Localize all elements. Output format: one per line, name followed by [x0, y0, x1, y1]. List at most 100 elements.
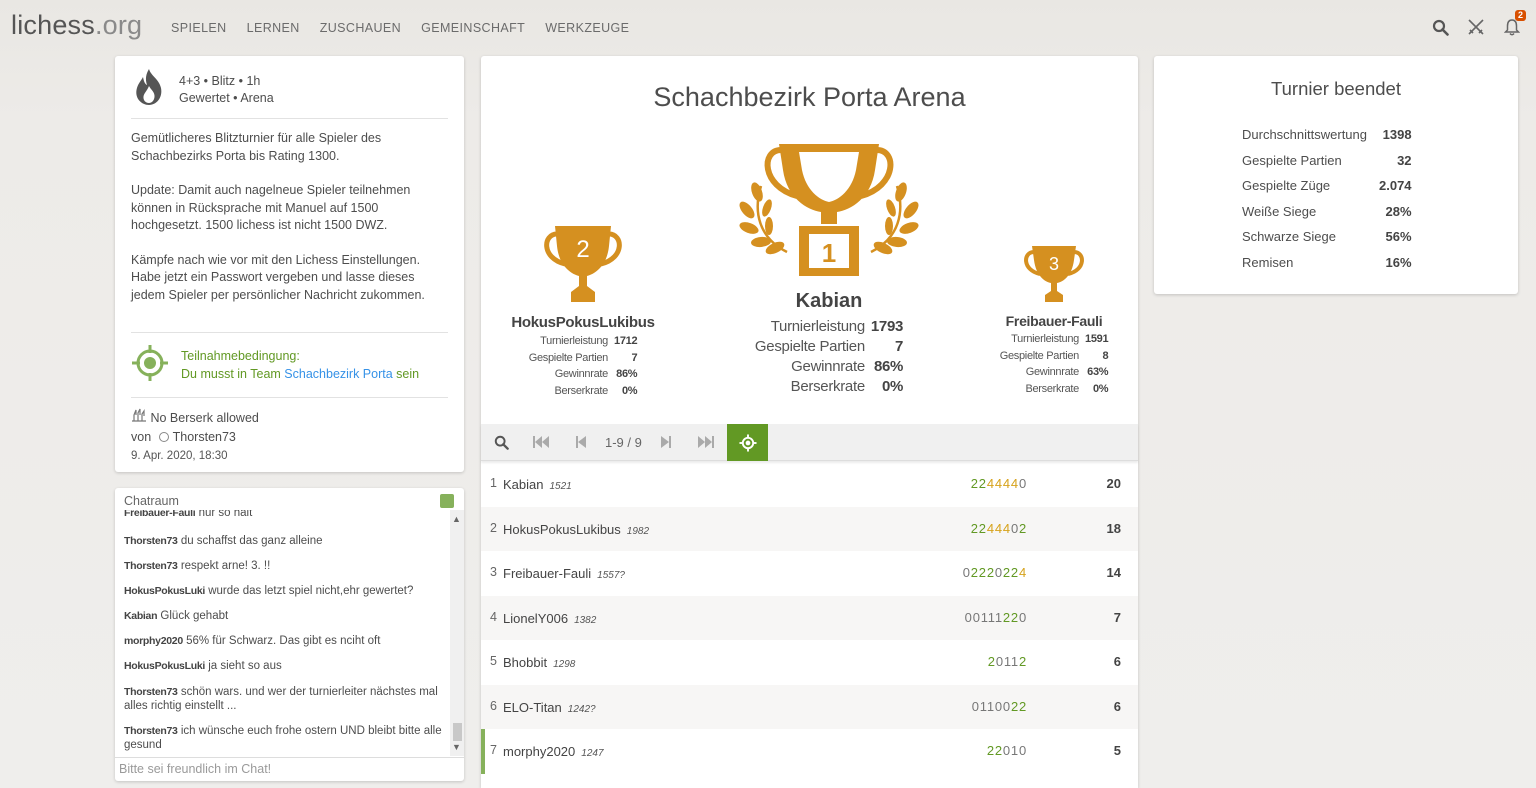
first-page-icon[interactable] [527, 424, 555, 460]
table-row[interactable]: 2 HokusPokusLukibus 1982 2244402 18 [481, 506, 1138, 551]
swords-icon[interactable] [1466, 16, 1486, 38]
table-row[interactable]: 3 Freibauer-Fauli 1557? 02220224 14 [481, 551, 1138, 596]
top-bar: lichess.org SPIELEN LERNEN ZUSCHAUEN GEM… [0, 0, 1536, 56]
player-name: morphy2020 [503, 744, 576, 759]
desc-paragraph: Update: Damit auch nagelneue Spieler tei… [131, 183, 411, 232]
offline-icon [158, 432, 169, 442]
player-score: 20 [1106, 476, 1121, 491]
table-row[interactable]: 7 morphy2020 1247 22010 5 [481, 729, 1138, 774]
stat-row: Gespielte Züge 2.074 [1242, 178, 1412, 193]
player-name: Bhobbit [503, 655, 548, 670]
target-icon [131, 344, 169, 387]
divider [131, 118, 448, 119]
podium-username[interactable]: Freibauer-Fauli [973, 313, 1135, 329]
table-row[interactable]: 6 ELO-Titan 1242? 0110022 6 [481, 684, 1138, 729]
focus-me-button[interactable] [727, 424, 768, 461]
scroll-up-icon[interactable]: ▲ [452, 514, 461, 524]
bell-icon[interactable]: 2 [1502, 10, 1526, 38]
chat-message: Thorsten73 respekt arne! 3. !! [124, 560, 271, 572]
berserk-info: No Berserk allowed von Thorsten73 9. Apr… [131, 408, 259, 466]
info-header: 4+3 • Blitz • 1h Gewertet • Arena [133, 68, 274, 111]
target-icon [738, 433, 757, 452]
score-sheet: 2244402 [970, 520, 1027, 536]
berserk-icon [131, 408, 147, 425]
score-sheet: 22010 [986, 743, 1027, 758]
last-page-icon[interactable] [692, 424, 720, 460]
trophy-rank: 1 [822, 238, 836, 268]
search-icon[interactable] [487, 424, 515, 460]
chat-scrollbar[interactable]: ▲ ▼ [450, 510, 464, 756]
chat-message: Freibauer-Fauli nur so halt [124, 510, 253, 519]
chat-input[interactable]: Bitte sei freundlich im Chat! [115, 757, 464, 781]
podium-username[interactable]: HokusPokusLukibus [495, 314, 671, 331]
chat-message: Thorsten73 schön wars. und wer der turni… [124, 686, 438, 712]
score-sheet: 20112 [987, 654, 1027, 669]
table-row[interactable]: 4 LionelY006 1382 00111220 7 [481, 595, 1138, 640]
chat-toggle[interactable] [440, 494, 454, 508]
stats-table: Durchschnittswertung 1398 Gespielte Parti… [1242, 122, 1412, 275]
podium-stats: Turnierleistung 1591 Gespielte Partien 8 G… [999, 333, 1109, 395]
chat-message: Thorsten73 ich wünsche euch frohe ostern… [124, 725, 442, 751]
site-logo[interactable]: lichess.org [11, 10, 142, 41]
table-row[interactable]: 5 Bhobbit 1298 20112 6 [481, 640, 1138, 685]
main-nav: SPIELEN LERNEN ZUSCHAUEN GEMEINSCHAFT WE… [171, 21, 629, 35]
nav-tools[interactable]: WERKZEUGE [545, 21, 629, 35]
scroll-down-icon[interactable]: ▼ [452, 742, 461, 752]
chat-messages[interactable]: Freibauer-Fauli nur so halt Thorsten73 d… [115, 510, 451, 754]
podium-second: 2 HokusPokusLukibus Turnierleistung 1712 … [495, 224, 671, 399]
score-sheet: 02220224 [962, 565, 1027, 580]
prev-page-icon[interactable] [569, 424, 593, 460]
chat-title: Chatraum [124, 494, 179, 508]
top-icons: 2 [1430, 10, 1526, 38]
player-score: 7 [1113, 609, 1121, 625]
team-link[interactable]: Schachbezirk Porta [284, 367, 392, 381]
player-name: Kabian [503, 477, 544, 492]
nav-watch[interactable]: ZUSCHAUEN [320, 21, 401, 35]
condition-text: Teilnahmebedingung: Du musst in Team Sch… [181, 349, 420, 381]
entry-condition: Teilnahmebedingung: Du musst in Team Sch… [131, 344, 419, 387]
page-indicator: 1-9 / 9 [605, 435, 642, 450]
trophy-rank: 3 [1049, 254, 1059, 274]
podium-third: 3 Freibauer-Fauli Turnierleistung 1591 Ge… [973, 244, 1135, 397]
chat-message: Thorsten73 du schaffst das ganz alleine [124, 535, 323, 547]
nav-play[interactable]: SPIELEN [171, 21, 227, 35]
score-sheet: 2244440 [970, 476, 1027, 491]
berserk-text: No Berserk allowed [150, 411, 259, 425]
podium-stats: Turnierleistung 1793 Gespielte Partien 7 G… [754, 318, 904, 395]
player-name: LionelY006 [503, 610, 569, 626]
search-icon[interactable] [1430, 16, 1450, 38]
chat-message: HokusPokusLuki wurde das letzt spiel nic… [124, 585, 414, 597]
tournament-main: Schachbezirk Porta Arena 2 HokusPokusLuk… [481, 56, 1138, 788]
divider [131, 397, 448, 398]
player-score: 6 [1113, 654, 1121, 669]
creator-link[interactable]: Thorsten73 [173, 430, 236, 444]
stat-row: Schwarze Siege 56% [1242, 229, 1412, 244]
notification-badge: 2 [1514, 10, 1526, 21]
chat-message: Kabian Glück gehabt [124, 610, 229, 622]
chat-message: morphy2020 56% für Schwarz. Das gibt es … [124, 635, 381, 647]
nav-community[interactable]: GEMEINSCHAFT [421, 21, 525, 35]
tournament-title: Schachbezirk Porta Arena [653, 82, 966, 112]
tournament-meta: 4+3 • Blitz • 1h Gewertet • Arena [179, 73, 274, 107]
podium-username[interactable]: Kabian [729, 290, 929, 313]
next-page-icon[interactable] [654, 424, 678, 460]
player-score: 6 [1113, 698, 1121, 714]
player-name: ELO-Titan [503, 699, 562, 715]
player-score: 5 [1113, 743, 1121, 758]
desc-paragraph: Kämpfe nach wie vor mit den Lichess Eins… [131, 252, 425, 302]
scroll-thumb[interactable] [453, 723, 462, 741]
trophy-rank: 2 [576, 236, 589, 263]
trophy-icon: 3 [1024, 246, 1084, 302]
table-row[interactable]: 1 Kabian 1521 2244440 20 [481, 462, 1138, 507]
stat-row: Weiße Siege 28% [1242, 203, 1412, 219]
tournament-info: 4+3 • Blitz • 1h Gewertet • Arena Gemütl… [115, 56, 464, 472]
nav-learn[interactable]: LERNEN [247, 21, 300, 35]
tournament-mode: Gewertet • Arena [179, 90, 274, 105]
score-sheet: 00111220 [964, 609, 1027, 625]
trophy-icon: 1 [739, 144, 919, 276]
player-score: 18 [1106, 520, 1121, 536]
podium-stats: Turnierleistung 1712 Gespielte Partien 7 G… [528, 335, 638, 397]
podium-first: 1 Kabian Turnierleistung 1793 Gespielte … [729, 142, 929, 397]
stat-row: Remisen 16% [1242, 254, 1412, 270]
fire-icon [133, 68, 165, 111]
